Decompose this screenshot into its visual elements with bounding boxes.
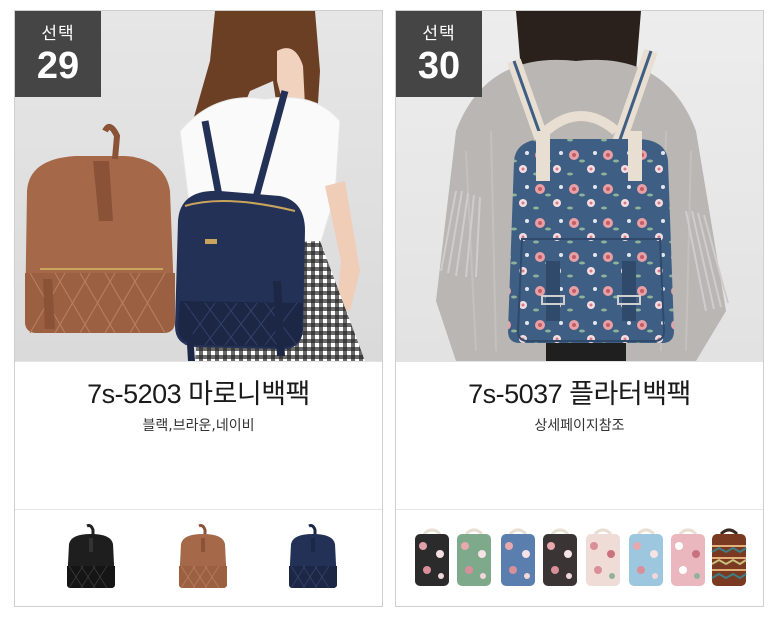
selection-badge: 선택 29 [15, 11, 101, 97]
badge-word: 선택 [41, 24, 75, 44]
thumbnail-brown-backpack[interactable] [175, 524, 231, 590]
product-info: 7s-5037 플라터백팩 상세페이지참조 [396, 361, 763, 511]
product-card-29[interactable]: 선택 29 7s-5203 마로니백팩 블랙,브라운,네이비 [14, 10, 383, 607]
product-name[interactable]: 7s-5203 마로니백팩 [15, 372, 382, 411]
thumbnail-floral-green[interactable] [454, 524, 494, 588]
product-photo[interactable]: 선택 29 [15, 11, 382, 361]
selection-badge: 선택 30 [396, 11, 482, 97]
badge-word: 선택 [422, 24, 456, 44]
thumbnail-floral-dark[interactable] [540, 524, 580, 588]
color-thumbnails [396, 509, 763, 606]
product-photo[interactable]: 선택 30 [396, 11, 763, 361]
product-colors: 블랙,브라운,네이비 [142, 418, 255, 434]
thumbnail-navy-backpack[interactable] [285, 524, 341, 590]
thumbnail-floral-rose[interactable] [668, 524, 708, 588]
thumbnail-floral-sky[interactable] [626, 524, 666, 588]
product-name[interactable]: 7s-5037 플라터백팩 [396, 372, 763, 411]
product-card-30[interactable]: 선택 30 7s-5037 플라터백팩 상세페이지참조 [395, 10, 764, 607]
product-info: 7s-5203 마로니백팩 블랙,브라운,네이비 [15, 361, 382, 511]
thumbnail-floral-pink[interactable] [583, 524, 623, 588]
product-colors: 상세페이지참조 [534, 418, 625, 434]
thumbnail-aztec-brown[interactable] [709, 524, 749, 588]
thumbnail-floral-blue[interactable] [498, 524, 538, 588]
thumbnail-floral-black[interactable] [412, 524, 452, 588]
badge-number: 30 [417, 45, 461, 87]
thumbnail-black-backpack[interactable] [63, 524, 119, 590]
badge-number: 29 [36, 45, 80, 87]
color-thumbnails [15, 509, 382, 606]
